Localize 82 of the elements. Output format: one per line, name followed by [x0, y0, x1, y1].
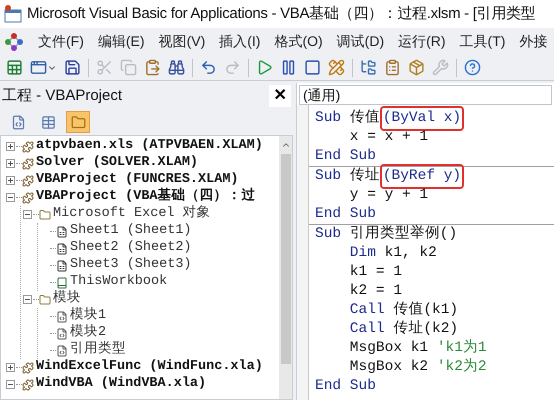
code-text: 引用类型举例()	[348, 224, 458, 244]
collapse-toggle-icon[interactable]	[6, 380, 14, 389]
menu-item[interactable]: 插入(I)	[219, 31, 260, 52]
tree-item[interactable]: WindVBA (WindVBA.xla)	[36, 374, 206, 395]
stop-icon[interactable]	[304, 59, 321, 76]
code-text: k2 = 1	[348, 282, 402, 301]
help-icon[interactable]	[464, 59, 481, 76]
play-icon[interactable]	[256, 59, 273, 76]
code-text: 传址	[348, 166, 380, 186]
code-text: Call	[348, 320, 385, 339]
project-icon	[22, 158, 34, 170]
folder-icon	[70, 114, 86, 130]
module-icon	[56, 310, 68, 322]
code-text: 传值(k1)	[392, 300, 458, 320]
code-text: End Sub	[315, 146, 376, 166]
code-comment: 'k1为1	[436, 338, 487, 358]
highlighted-code: (ByRef y)	[380, 164, 464, 190]
code-text: Dim	[348, 244, 376, 263]
save-icon[interactable]	[64, 59, 81, 76]
package-icon[interactable]	[408, 59, 425, 76]
code-text: Sub	[315, 224, 342, 244]
module-icon	[56, 328, 68, 340]
code-text: MsgBox k2	[348, 358, 430, 377]
spreadsheet-icon[interactable]	[6, 59, 23, 76]
project-icon	[22, 140, 34, 152]
scroll-thumb[interactable]	[280, 154, 290, 364]
project-icon	[22, 362, 34, 374]
expand-toggle-icon[interactable]	[6, 363, 14, 372]
pane-title: 工程 - VBAProject	[2, 86, 122, 106]
code-comment: 'k2为2	[436, 357, 487, 377]
menu-item[interactable]: 工具(T)	[460, 31, 506, 52]
expand-toggle-icon[interactable]	[6, 176, 14, 185]
scrollbar[interactable]	[279, 136, 292, 399]
menu-item[interactable]: 文件(F)	[38, 31, 84, 52]
collapse-toggle-icon[interactable]	[22, 210, 32, 219]
sheet-icon	[56, 260, 68, 272]
workbook-icon	[56, 276, 68, 288]
code-text: k1 = 1	[348, 262, 402, 282]
close-button[interactable]: ✕	[269, 85, 291, 107]
menu-item[interactable]: 外接	[519, 31, 548, 52]
binoculars-icon[interactable]	[168, 59, 185, 76]
folder-icon	[39, 294, 51, 306]
code-text: End Sub	[315, 376, 376, 396]
menu-item[interactable]: 运行(R)	[398, 31, 446, 52]
project-icon	[22, 174, 34, 186]
pause-icon[interactable]	[280, 59, 297, 76]
module-icon	[56, 344, 68, 356]
sheet-icon	[56, 226, 68, 238]
code-view-icon	[10, 114, 26, 130]
code-text: Sub	[315, 166, 342, 186]
tree-icon[interactable]	[360, 59, 377, 76]
molecule-icon	[4, 32, 24, 52]
undo-icon[interactable]	[200, 59, 217, 76]
highlighted-code: (ByVal x)	[380, 106, 464, 132]
ruler-pencil-icon[interactable]	[328, 59, 345, 76]
window-title: Microsoft Visual Basic for Applications - VBA基础（四）：过程.xlsm - [引用类型	[27, 4, 536, 24]
expand-toggle-icon[interactable]	[6, 142, 14, 151]
paste-icon[interactable]	[144, 59, 161, 76]
view-button[interactable]	[66, 111, 90, 133]
project-icon	[22, 378, 34, 390]
sheet-icon	[56, 242, 68, 254]
code-text: 传值	[348, 108, 380, 128]
list-icon[interactable]	[384, 59, 401, 76]
code-text: k1, k2	[384, 244, 437, 263]
app-icon	[3, 4, 23, 24]
menu-item[interactable]: 视图(V)	[158, 31, 206, 52]
project-icon	[22, 192, 34, 204]
expand-toggle-icon[interactable]	[6, 159, 14, 168]
code-text: Sub	[315, 108, 342, 128]
code-text: End Sub	[315, 204, 376, 224]
form-view-icon	[40, 114, 56, 130]
code-text: Call	[348, 300, 385, 320]
code-text: 传址(k2)	[392, 319, 458, 339]
collapse-toggle-icon[interactable]	[22, 295, 32, 304]
window-icon[interactable]	[30, 59, 47, 76]
object-dropdown[interactable]: (通用)	[299, 85, 552, 105]
menu-item[interactable]: 编辑(E)	[98, 31, 145, 52]
code-text: MsgBox k1	[348, 338, 430, 358]
collapse-toggle-icon[interactable]	[6, 193, 14, 202]
folder-icon	[39, 208, 51, 220]
menu-item[interactable]: 格式(O)	[274, 31, 323, 52]
menu-item[interactable]: 调试(D)	[336, 31, 384, 52]
